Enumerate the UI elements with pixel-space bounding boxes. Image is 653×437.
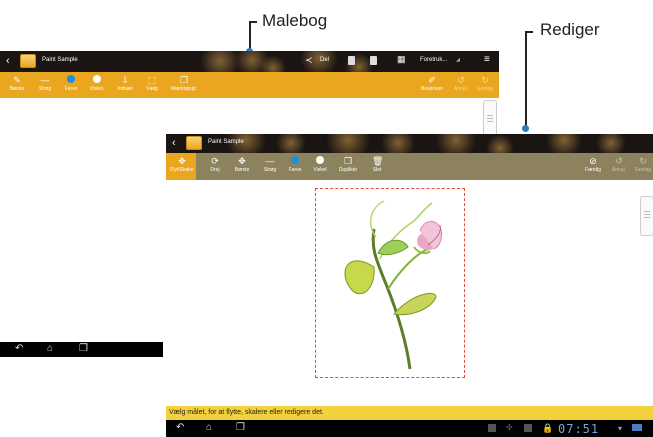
screen2-title-bar: ‹ Paint Sample <box>166 134 653 153</box>
app-icon <box>20 54 36 68</box>
tool-redo[interactable]: ↻ Gentag <box>476 72 494 98</box>
rediger-callout-dot <box>522 125 529 132</box>
home-nav-icon[interactable]: ⌂ <box>47 344 53 354</box>
screen2-nav-bar: ↶ ⌂ ❐ ✣ 🔒 07:51 ▾ <box>166 420 653 437</box>
back-nav-icon[interactable]: ↶ <box>176 423 184 433</box>
rediger-callout-line <box>525 31 527 129</box>
tool-brush-2[interactable]: ✥ Børste <box>232 153 252 180</box>
rotate-icon: ⟳ <box>211 156 219 166</box>
copy-icon: ❐ <box>179 75 189 85</box>
clear-icon: ✐ <box>428 75 436 85</box>
screen1-app-title: Paint Sample <box>42 57 78 63</box>
grid-icon[interactable]: ▦ <box>397 54 406 65</box>
share-button[interactable]: Del <box>320 57 329 63</box>
tool-select[interactable]: ⬚ Vælg <box>142 72 162 98</box>
screen2-toolbar: ✥ Flyt/Skaler ⟳ Drej ✥ Børste — Strøg Fa… <box>166 153 653 180</box>
tool-color-2[interactable]: Farve <box>286 153 304 180</box>
download-status-icon <box>524 424 532 432</box>
back-icon[interactable]: ‹ <box>172 137 176 149</box>
home-nav-icon[interactable]: ⌂ <box>206 423 212 433</box>
wifi-icon: ▾ <box>618 424 623 433</box>
selection-frame[interactable] <box>315 188 465 378</box>
eraser-icon <box>315 156 325 166</box>
stroke-icon: — <box>40 75 50 85</box>
share-icon[interactable]: ≺ <box>305 55 313 66</box>
malebog-callout-label: Malebog <box>262 11 328 30</box>
tool-eraser[interactable]: Viskel. <box>88 72 106 98</box>
screen2-app-title: Paint Sample <box>208 139 244 145</box>
tool-undo-2[interactable]: ↺ Annul. <box>610 153 628 180</box>
screen1-title-bar: ‹ Paint Sample ≺ Del ▦ Foretruk... ◢ ≡ <box>0 51 499 72</box>
tool-clear[interactable]: ✐ Beskriven <box>420 72 444 98</box>
gallery-status-icon <box>488 424 496 432</box>
tool-copy[interactable]: ❐ Mærktøjspl. <box>170 72 198 98</box>
select-icon: ⬚ <box>147 75 157 85</box>
save-icon[interactable] <box>348 56 355 65</box>
back-nav-icon[interactable]: ↶ <box>15 344 23 354</box>
chevron-down-icon: ◢ <box>456 57 460 63</box>
back-icon[interactable]: ‹ <box>6 55 10 67</box>
app-icon <box>186 136 202 150</box>
save-as-icon[interactable] <box>370 56 377 65</box>
brush-icon: ✎ <box>13 75 21 85</box>
delete-icon: 🗑 <box>372 156 384 166</box>
preferences-dropdown[interactable]: Foretruk... <box>420 57 447 63</box>
clock: 07:51 <box>558 422 600 436</box>
tool-import[interactable]: ⇩ Indsæt <box>114 72 136 98</box>
color-icon <box>66 75 76 85</box>
tool-redo-2[interactable]: ↻ Gentag <box>634 153 652 180</box>
screen2-scroll-handle[interactable] <box>640 196 653 236</box>
rediger-callout-tick <box>525 31 533 33</box>
undo-icon: ↺ <box>615 156 623 166</box>
tool-move-scale[interactable]: ✥ Flyt/Skaler <box>168 153 196 180</box>
import-icon: ⇩ <box>121 75 129 85</box>
malebog-callout-line <box>249 21 251 51</box>
tool-brush[interactable]: ✎ Børste <box>8 72 26 98</box>
stroke-icon: — <box>265 156 275 166</box>
tool-delete[interactable]: 🗑 Slet <box>368 153 386 180</box>
done-icon: ⊘ <box>589 156 597 166</box>
tool-stroke[interactable]: — Strøg <box>36 72 54 98</box>
malebog-callout-tick <box>249 21 257 23</box>
screen1-toolbar: ✎ Børste — Strøg Farve Viskel. ⇩ Indsæt … <box>0 72 499 98</box>
undo-icon: ↺ <box>457 75 465 85</box>
recent-apps-icon[interactable]: ❐ <box>236 423 245 433</box>
recent-apps-icon[interactable]: ❐ <box>79 344 88 354</box>
battery-icon <box>632 424 642 431</box>
usb-status-icon: ✣ <box>506 423 513 432</box>
redo-icon: ↻ <box>639 156 647 166</box>
tool-undo[interactable]: ↺ Annul. <box>452 72 470 98</box>
tool-rotate[interactable]: ⟳ Drej <box>206 153 224 180</box>
tool-duplicate[interactable]: ❐ Duplikér <box>336 153 360 180</box>
eraser-icon <box>92 75 102 85</box>
status-hint: Vælg målet, for at flytte, skalere eller… <box>166 406 653 420</box>
brush-icon: ✥ <box>238 156 246 166</box>
flower-drawing <box>344 200 442 370</box>
menu-icon[interactable]: ≡ <box>484 54 490 65</box>
rediger-callout-label: Rediger <box>540 20 600 39</box>
tool-eraser-2[interactable]: Viskel <box>310 153 330 180</box>
color-icon <box>290 156 300 166</box>
redo-icon: ↻ <box>481 75 489 85</box>
tool-stroke-2[interactable]: — Strøg <box>260 153 280 180</box>
tool-done[interactable]: ⊘ Færdig <box>582 153 604 180</box>
screen1-nav-bar: ↶ ⌂ ❐ <box>0 342 163 357</box>
duplicate-icon: ❐ <box>343 156 353 166</box>
tool-color[interactable]: Farve <box>62 72 80 98</box>
lock-status-icon: 🔒 <box>542 423 554 433</box>
move-scale-icon: ✥ <box>178 156 186 166</box>
